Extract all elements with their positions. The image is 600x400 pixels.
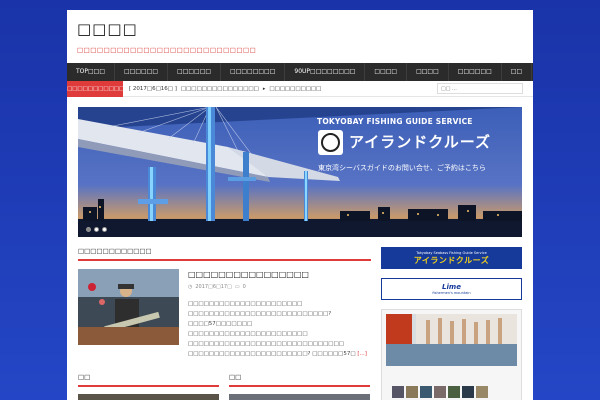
facebook-photo-strip xyxy=(392,386,488,398)
article-excerpt: □□□□□□□□□□□□□□□□□□□□□□ □□□□□□□□□□□□□□□□□… xyxy=(188,299,371,359)
lime-banner[interactable]: Lime fishermen's mountain xyxy=(381,278,522,300)
category-title-2: □□ xyxy=(229,373,370,387)
article-title[interactable]: □□□□□□□□□□□□□□□□ xyxy=(188,269,371,281)
site-description: □□□□□□□□□□□□□□□□□□□□□□□□□□□ xyxy=(77,46,257,54)
main-navigation: TOP□□□ □□□□□□ □□□□□□ □□□□□□□□ 90UP□□□□□□… xyxy=(67,63,533,81)
site-header: □□□□ □□□□□□□□□□□□□□□□□□□□□□□□□□□ xyxy=(67,10,533,62)
slider-dot-1[interactable] xyxy=(86,227,91,232)
comment-count[interactable]: 0 xyxy=(243,284,246,290)
category-thumbnail-2[interactable] xyxy=(229,394,370,400)
article-thumbnail[interactable] xyxy=(78,269,179,345)
featured-article: □□□□□□□□□□□□□□□□ ◷ 2017□6□17□ ▭ 0 □□□□□□… xyxy=(78,269,371,359)
ticker-headline-2[interactable]: □□□□□□□□□□ xyxy=(269,86,321,92)
article-date: 2017□6□17□ xyxy=(195,284,232,290)
category-section-1: □□ xyxy=(78,373,219,400)
ad1-title: アイランドクルーズ xyxy=(413,255,490,265)
fb-photo-6[interactable] xyxy=(462,386,474,398)
category-section-2: □□ xyxy=(229,373,370,400)
nav-item-90up[interactable]: 90UP□□□□□□□□ xyxy=(285,63,366,81)
slider-dot-2[interactable] xyxy=(94,227,99,232)
facebook-widget[interactable] xyxy=(381,309,522,400)
ticker-arrow-icon: ▸ xyxy=(262,85,266,92)
nav-item-8[interactable]: □□□□□□ xyxy=(449,63,502,81)
slider-pagination xyxy=(86,227,107,232)
banner-brand-name: アイランドクルーズ xyxy=(349,133,492,151)
ad2-title: Lime xyxy=(442,283,461,291)
search-input[interactable] xyxy=(437,83,523,94)
ticker-date: [ 2017□6□16□ ] xyxy=(129,85,177,92)
facebook-cover-image xyxy=(386,314,517,366)
section-title-latest: □□□□□□□□□□□□ xyxy=(78,247,371,261)
nav-item-top[interactable]: TOP□□□ xyxy=(67,63,116,81)
ticker-label: □□□□□□□□□□□ xyxy=(67,80,124,97)
fb-photo-3[interactable] xyxy=(420,386,432,398)
nav-item-7[interactable]: □□□□ xyxy=(407,63,449,81)
page-container: □□□□ □□□□□□□□□□□□□□□□□□□□□□□□□□□ TOP□□□ … xyxy=(67,10,533,400)
nav-item-4[interactable]: □□□□□□□□ xyxy=(221,63,286,81)
nav-item-6[interactable]: □□□□ xyxy=(365,63,408,81)
slider-dot-3[interactable] xyxy=(102,227,107,232)
island-cruise-banner[interactable]: Tokyobay Seabass Fishing Guide Service ア… xyxy=(381,247,522,269)
nav-item-2[interactable]: □□□□□□ xyxy=(115,63,169,81)
fb-photo-4[interactable] xyxy=(434,386,446,398)
fb-photo-7[interactable] xyxy=(476,386,488,398)
sidebar: Tokyobay Seabass Fishing Guide Service ア… xyxy=(381,247,522,400)
ticker-headline[interactable]: □□□□□□□□□□□□□□□ xyxy=(181,86,259,92)
news-ticker: □□□□□□□□□□□ [ 2017□6□16□ ] □□□□□□□□□□□□□… xyxy=(67,80,533,97)
fb-photo-2[interactable] xyxy=(406,386,418,398)
read-more-link[interactable]: [...] xyxy=(357,351,367,357)
category-sections: □□ □□ xyxy=(78,373,371,400)
nav-item-9[interactable]: □□ xyxy=(502,63,533,81)
article-excerpt-text: □□□□□□□□□□□□□□□□□□□□□□ □□□□□□□□□□□□□□□□□… xyxy=(188,301,356,357)
banner-tagline: TOKYOBAY FISHING GUIDE SERVICE xyxy=(317,117,473,126)
fish-logo-icon xyxy=(318,130,343,155)
comment-icon: ▭ xyxy=(234,284,240,290)
category-title-1: □□ xyxy=(78,373,219,387)
site-title[interactable]: □□□□ xyxy=(77,20,523,38)
main-column: □□□□□□□□□□□□ □□□□□□□□□□□□□□□□ ◷ 2017□6□1… xyxy=(78,247,371,359)
clock-icon: ◷ xyxy=(188,284,193,290)
category-thumbnail-1[interactable] xyxy=(78,394,219,400)
fb-photo-1[interactable] xyxy=(392,386,404,398)
hero-slider[interactable]: TOKYOBAY FISHING GUIDE SERVICE アイランドクルーズ… xyxy=(78,107,522,237)
nav-item-3[interactable]: □□□□□□ xyxy=(168,63,222,81)
banner-subtitle: 東京湾シーバスガイドのお問い合せ、ご予約はこちら xyxy=(318,164,486,172)
article-meta: ◷ 2017□6□17□ ▭ 0 xyxy=(188,284,371,290)
ad2-subtitle: fishermen's mountain xyxy=(432,291,471,295)
fb-photo-5[interactable] xyxy=(448,386,460,398)
